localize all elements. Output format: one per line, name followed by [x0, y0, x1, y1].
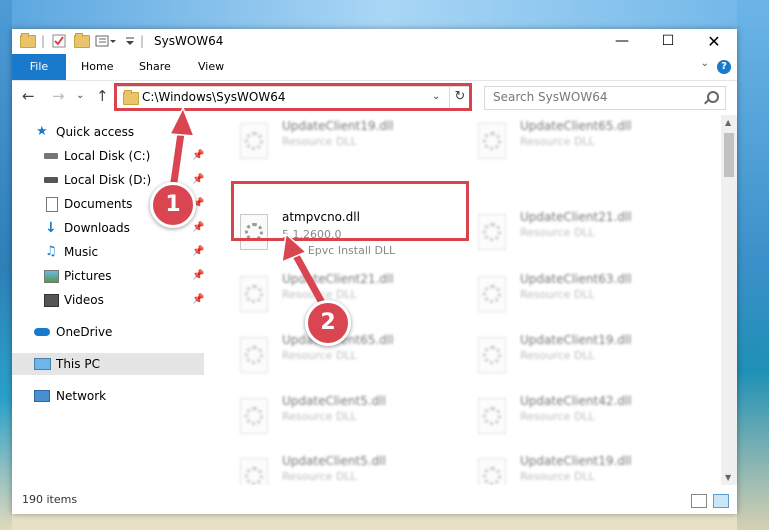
callout-badge-one: 1 [150, 182, 196, 228]
arrow-one-head [168, 106, 196, 137]
annotation-arrows [168, 106, 330, 314]
arrow-two-head [281, 232, 308, 264]
callout-badge-two: 2 [305, 300, 351, 346]
